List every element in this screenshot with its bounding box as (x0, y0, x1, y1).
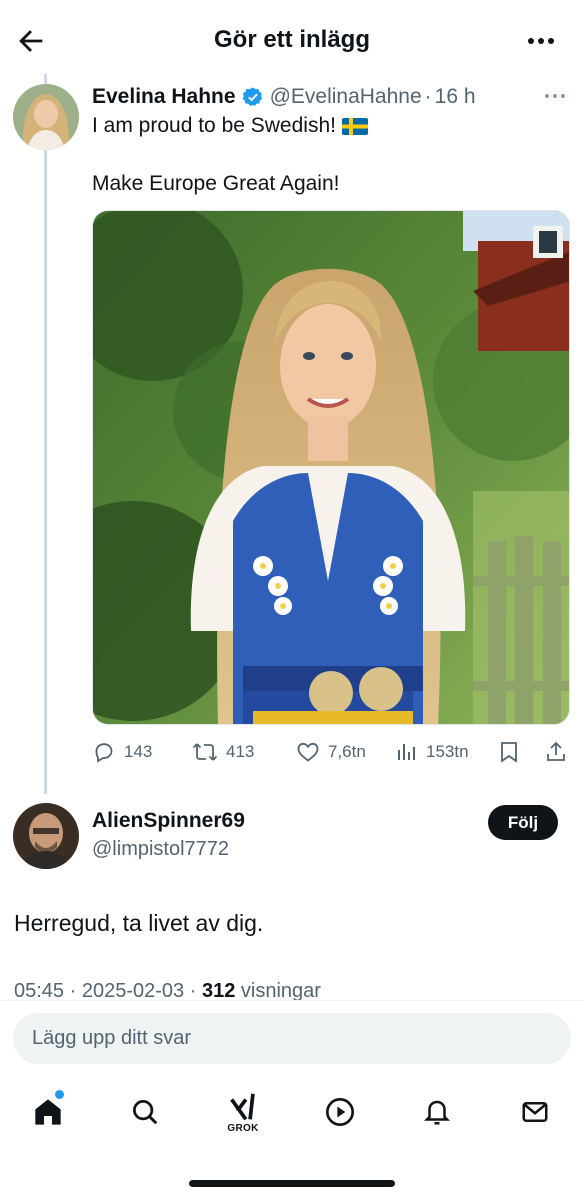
swedish-flag-icon (341, 117, 368, 135)
reply-input[interactable] (13, 1013, 571, 1064)
thread-connector (44, 74, 47, 794)
nav-search[interactable] (120, 1084, 170, 1140)
repost-icon (192, 743, 218, 761)
author-name[interactable]: Evelina Hahne (92, 85, 236, 109)
view-count: 153tn (426, 742, 469, 761)
tweet-more-button[interactable] (542, 86, 568, 106)
separator-dot: · (424, 85, 432, 108)
tweet-header: Evelina Hahne @EvelinaHahne · 16 h (92, 82, 476, 112)
share-icon (547, 741, 565, 761)
reply-date[interactable]: 2025-02-03 (82, 980, 184, 1002)
like-count: 7,6tn (328, 742, 366, 761)
grok-icon (230, 1093, 255, 1120)
tweet-text-line2: Make Europe Great Again! (92, 172, 340, 195)
nav-notifications[interactable] (412, 1084, 462, 1140)
analytics-icon (398, 744, 415, 760)
mail-icon (522, 1102, 548, 1122)
separator-dot: · (189, 980, 197, 1002)
nav-grok[interactable]: GROK (218, 1084, 268, 1140)
follow-button[interactable]: Följ (488, 805, 558, 840)
reply-author-name[interactable]: AlienSpinner69 (92, 809, 245, 833)
search-icon (133, 1100, 158, 1125)
repost-count: 413 (226, 742, 255, 761)
nav-video[interactable] (315, 1084, 365, 1140)
separator-dot: · (69, 980, 77, 1002)
more-icon (545, 94, 565, 98)
reply-author-handle[interactable]: @limpistol7772 (92, 838, 229, 861)
bookmark-action[interactable] (498, 736, 528, 768)
reply-view-count: 312 (201, 980, 236, 1002)
tweet-text: I am proud to be Swedish! (92, 114, 336, 137)
reply-avatar[interactable] (13, 803, 79, 869)
bottom-navigation: GROK (0, 1084, 584, 1148)
top-bar: Gör ett inlägg (0, 0, 584, 80)
play-icon (326, 1098, 354, 1126)
reply-time[interactable]: 05:45 (14, 980, 64, 1002)
compose-reply-box[interactable] (13, 1013, 571, 1064)
bell-icon (423, 1100, 451, 1125)
reply-views-label: visningar (240, 980, 321, 1002)
tweet-actions: 143 413 7,6tn 153tn (92, 736, 570, 768)
home-icon (35, 1099, 61, 1125)
reply-icon (95, 743, 113, 763)
home-indicator (189, 1180, 395, 1187)
nav-messages[interactable] (510, 1084, 560, 1140)
share-action[interactable] (544, 736, 576, 768)
notification-dot (55, 1090, 64, 1099)
author-avatar[interactable] (13, 84, 79, 150)
like-action[interactable]: 7,6tn (296, 736, 366, 768)
more-button[interactable] (524, 26, 558, 56)
reply-count: 143 (124, 742, 153, 761)
views-action[interactable]: 153tn (396, 736, 469, 768)
divider (0, 1000, 584, 1001)
grok-label: GROK (227, 1122, 259, 1134)
page-title: Gör ett inlägg (214, 26, 370, 53)
more-icon (528, 38, 554, 44)
verified-badge-icon (242, 87, 262, 106)
tweet-text-line1: I am proud to be Swedish! (92, 114, 368, 138)
tweet-photo[interactable] (92, 210, 570, 725)
nav-home[interactable] (23, 1084, 73, 1140)
reply-text: Herregud, ta livet av dig. (14, 910, 264, 936)
repost-action[interactable]: 413 (192, 736, 254, 768)
tweet-time[interactable]: 16 h (435, 85, 476, 109)
reply-action[interactable]: 143 (92, 736, 152, 768)
heart-icon (297, 742, 319, 762)
author-handle[interactable]: @EvelinaHahne (270, 85, 422, 109)
bookmark-icon (501, 742, 517, 763)
